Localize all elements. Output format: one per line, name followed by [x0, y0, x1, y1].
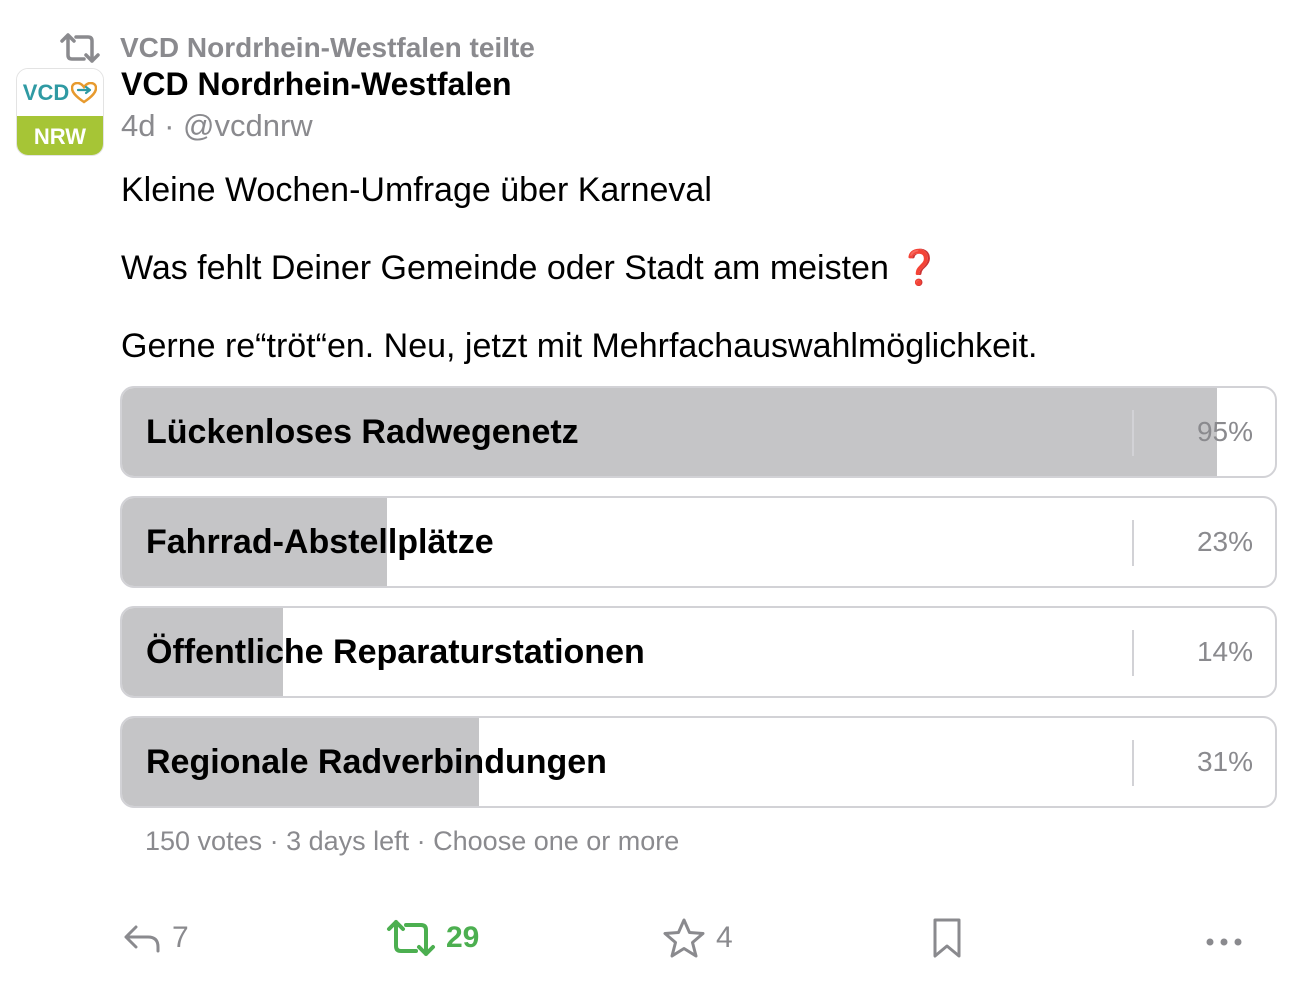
avatar-logo-top: VCD — [17, 69, 103, 116]
avatar[interactable]: VCD NRW — [16, 68, 104, 156]
star-icon — [663, 918, 705, 958]
poll-option-percent: 23% — [1196, 526, 1253, 557]
reply-button[interactable]: 7 — [122, 912, 189, 964]
poll-option-label: Öffentliche Reparaturstationen — [146, 632, 645, 671]
poll-option[interactable]: Fahrrad-Abstellplätze 23% — [120, 496, 1277, 588]
bookmark-icon — [933, 918, 961, 958]
poll-option-divider — [1132, 520, 1134, 566]
poll-option[interactable]: Öffentliche Reparaturstationen 14% — [120, 606, 1277, 698]
poll-option-label: Fahrrad-Abstellplätze — [146, 522, 494, 561]
favourite-count: 4 — [716, 921, 733, 954]
poll-option[interactable]: Regionale Radverbindungen 31% — [120, 716, 1277, 808]
boost-count: 29 — [446, 921, 480, 954]
reblog-text[interactable]: VCD Nordrhein-Westfalen teilte — [120, 32, 535, 64]
reblog-header: VCD Nordrhein-Westfalen teilte — [60, 28, 535, 68]
boost-icon — [387, 920, 435, 956]
poll-option-percent: 95% — [1196, 416, 1253, 447]
action-bar: 7 29 4 — [0, 912, 1309, 964]
boost-icon — [60, 33, 100, 63]
poll-option-label: Regionale Radverbindungen — [146, 742, 607, 781]
heart-logo-icon — [71, 81, 98, 104]
favourite-button[interactable]: 4 — [662, 912, 733, 964]
display-name[interactable]: VCD Nordrhein-Westfalen — [121, 66, 512, 103]
avatar-vcd-text: VCD — [22, 79, 70, 105]
post-line-3: Gerne re“tröt“en. Neu, jetzt mit Mehrfac… — [121, 327, 1038, 365]
reply-count: 7 — [172, 921, 189, 954]
more-button[interactable] — [1204, 912, 1244, 964]
post-line-1: Kleine Wochen-Umfrage über Karneval — [121, 171, 712, 209]
poll-option-percent: 14% — [1196, 636, 1253, 667]
poll-option[interactable]: Lückenloses Radwegenetz 95% — [120, 386, 1277, 478]
more-icon — [1206, 938, 1242, 946]
poll-option-percent: 31% — [1196, 746, 1253, 777]
question-emoji: ❓ — [898, 249, 941, 287]
poll-footer: 150 votes · 3 days left · Choose one or … — [145, 826, 680, 856]
boost-button[interactable]: 29 — [386, 912, 479, 964]
poll-option-divider — [1132, 740, 1134, 786]
poll-option-divider — [1132, 410, 1134, 456]
post-content: Kleine Wochen-Umfrage über Karneval Was … — [121, 168, 1271, 402]
poll-option-label: Lückenloses Radwegenetz — [146, 412, 579, 451]
avatar-logo-bottom: NRW — [17, 116, 103, 155]
post-meta[interactable]: 4d · @vcdnrw — [121, 108, 313, 144]
poll: Lückenloses Radwegenetz 95% Fahrrad-Abst… — [120, 386, 1277, 826]
avatar-nrw-text: NRW — [33, 123, 87, 149]
poll-option-divider — [1132, 630, 1134, 676]
post-line-2-text: Was fehlt Deiner Gemeinde oder Stadt am … — [121, 249, 889, 287]
bookmark-button[interactable] — [930, 912, 964, 964]
reply-icon — [124, 925, 160, 953]
post-line-2: Was fehlt Deiner Gemeinde oder Stadt am … — [121, 246, 1271, 290]
